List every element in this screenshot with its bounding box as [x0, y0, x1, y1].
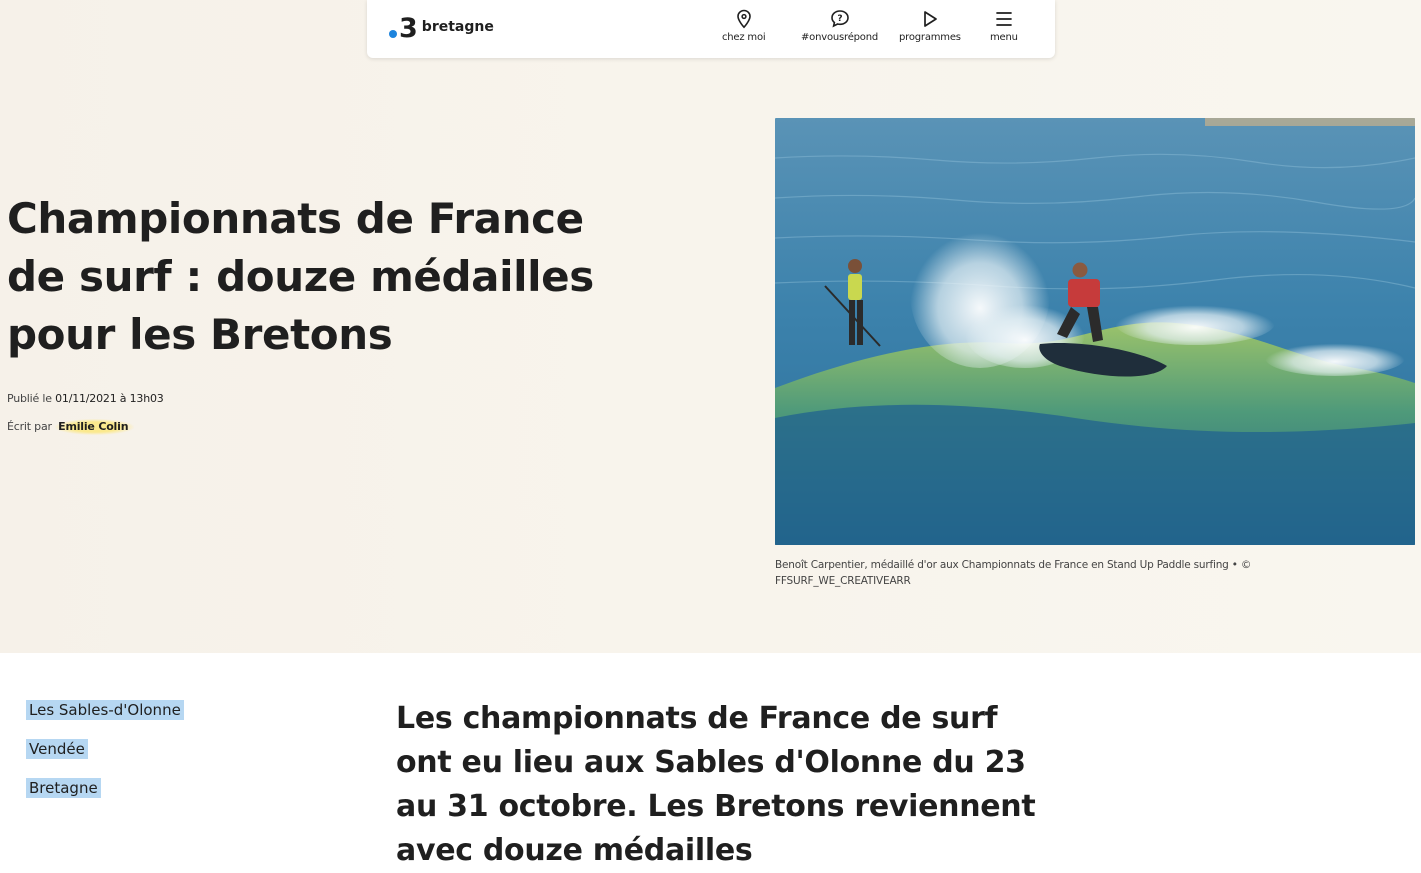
photo-caption: Benoît Carpentier, médaillé d'or aux Cha… [775, 559, 1252, 587]
france3-bretagne-logo[interactable]: 3 bretagne [389, 14, 494, 44]
tag-link[interactable]: Vendée [26, 739, 88, 759]
top-navigation-bar: 3 bretagne chez moi ? #onvousrépond prog… [367, 0, 1055, 58]
article-lead-paragraph: Les championnats de France de surf ont e… [396, 701, 1036, 868]
tag-link[interactable]: Bretagne [26, 778, 101, 798]
logo-dot [389, 30, 397, 38]
publication-info: Publié le 01/11/2021 à 13h03 [7, 392, 164, 405]
location-pin-icon [733, 8, 755, 30]
nav-label-menu: menu [990, 32, 1018, 43]
author-link[interactable]: Emilie Colin [55, 419, 135, 435]
nav-menu-button[interactable]: menu [990, 8, 1018, 54]
svg-text:?: ? [837, 14, 842, 24]
nav-label-programmes: programmes [899, 32, 961, 43]
logo-number: 3 [399, 13, 418, 44]
hamburger-menu-icon [993, 8, 1015, 30]
nav-label-onvousrepond: #onvousrépond [801, 32, 879, 43]
tag-link[interactable]: Les Sables-d'Olonne [26, 700, 184, 720]
surf-photo-illustration [775, 118, 1415, 545]
nav-label-chez-moi: chez moi [722, 32, 766, 43]
chat-question-icon: ? [829, 8, 851, 30]
author-info: Écrit par Emilie Colin [7, 419, 135, 435]
logo-region-name: bretagne [421, 19, 494, 35]
nav-onvousrepond-button[interactable]: ? #onvousrépond [801, 8, 878, 54]
nav-programmes-button[interactable]: programmes [899, 8, 961, 54]
written-prefix: Écrit par [7, 420, 56, 433]
article-tags: Les Sables-d'Olonne Vendée Bretagne [26, 700, 184, 817]
play-icon [919, 8, 941, 30]
published-prefix: Publié le [7, 392, 56, 405]
published-date: 01/11/2021 à 13h03 [55, 392, 164, 405]
article-main-photo[interactable] [775, 118, 1415, 545]
nav-chez-moi-button[interactable]: chez moi [722, 8, 766, 54]
article-title: Championnats de France de surf : douze m… [7, 194, 594, 359]
